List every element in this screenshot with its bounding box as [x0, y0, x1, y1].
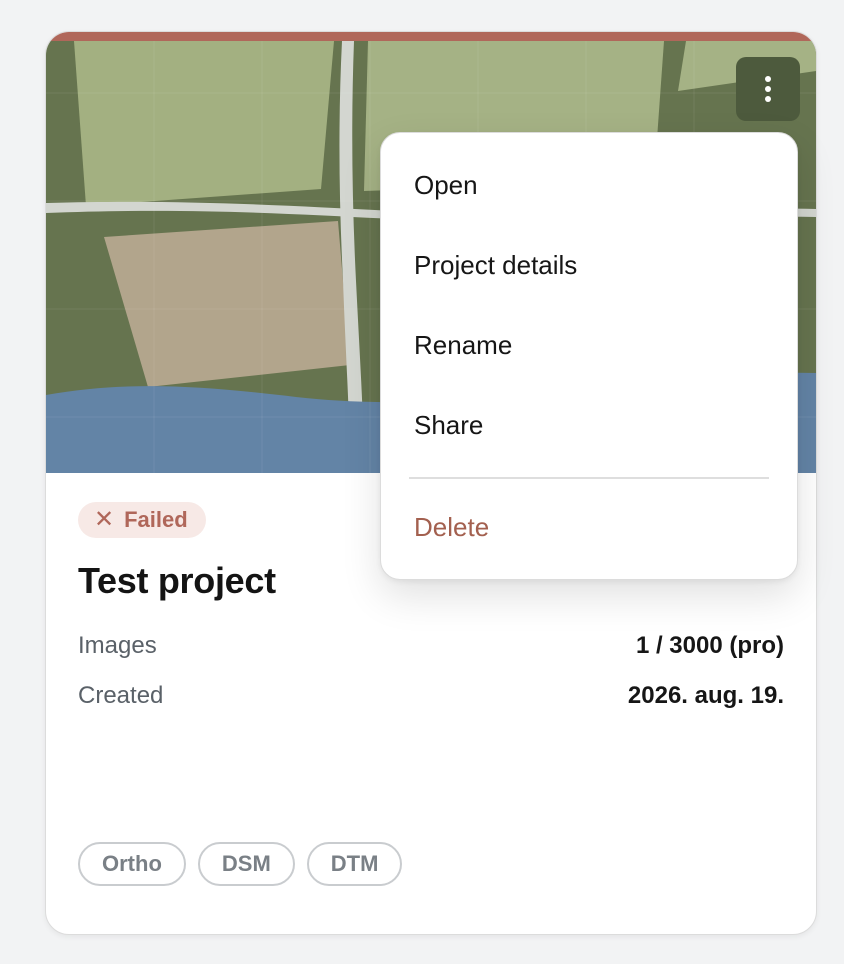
meta-label: Created [78, 682, 164, 709]
meta-row-images: Images 1 / 3000 (pro) [78, 632, 784, 660]
meta-label: Images [78, 632, 157, 659]
project-title: Test project [78, 560, 276, 601]
more-options-button[interactable] [736, 57, 800, 121]
meta-row-created: Created 2026. aug. 19. [78, 682, 784, 710]
menu-divider [409, 477, 769, 479]
vertical-dots-icon [765, 76, 771, 82]
vertical-dots-icon-dot-3 [765, 96, 771, 102]
vertical-dots-icon-dot-2 [765, 86, 771, 92]
menu-item-delete[interactable]: Delete [414, 497, 766, 557]
context-menu: Open Project details Rename Share Delete [380, 132, 798, 580]
menu-item-open[interactable]: Open [414, 155, 766, 215]
meta-value: 1 / 3000 (pro) [635, 632, 784, 659]
status-badge: ✕ Failed [78, 502, 206, 538]
status-badge-label: Failed [124, 507, 188, 532]
menu-item-share[interactable]: Share [414, 395, 766, 455]
chip-dtm: DTM [306, 842, 403, 886]
product-chips: Ortho DSM DTM [78, 842, 403, 886]
menu-item-rename[interactable]: Rename [414, 315, 766, 375]
x-icon: ✕ [94, 506, 115, 533]
menu-item-project-details[interactable]: Project details [414, 235, 766, 295]
chip-ortho: Ortho [78, 842, 186, 886]
chip-dsm: DSM [197, 842, 295, 886]
status-strip [46, 32, 816, 41]
meta-value: 2026. aug. 19. [627, 682, 784, 709]
